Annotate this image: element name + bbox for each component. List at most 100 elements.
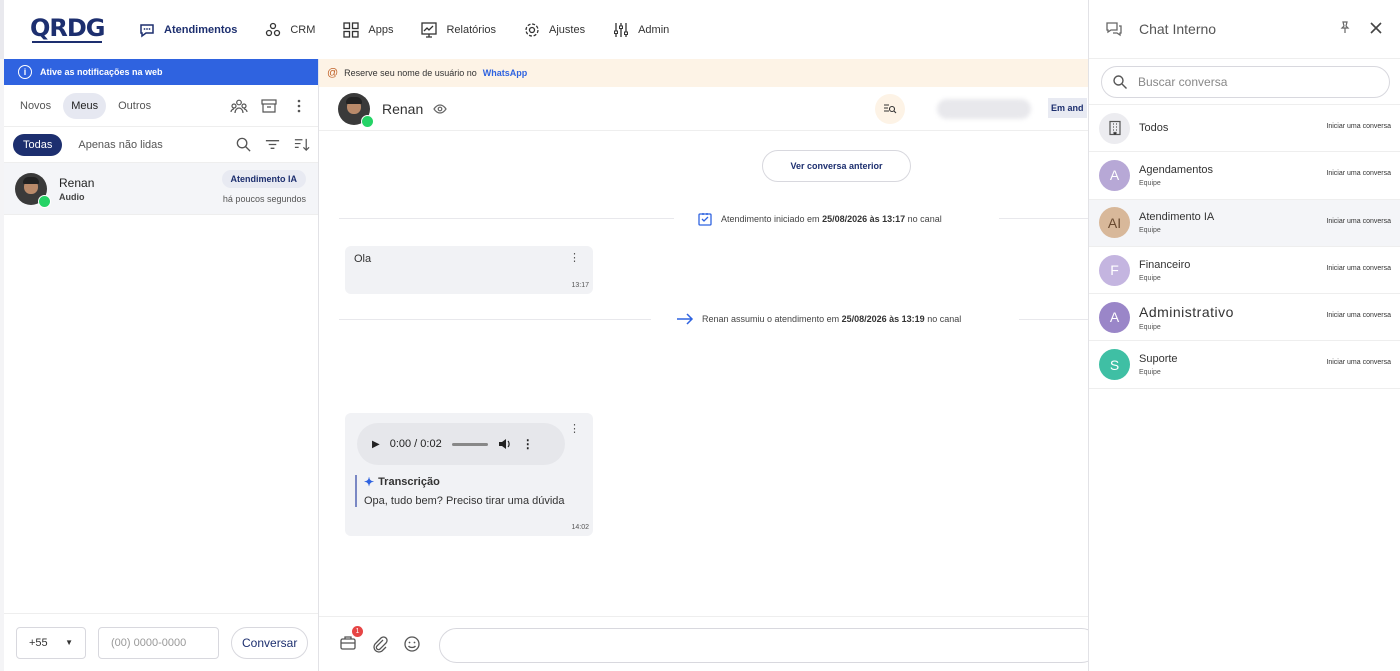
search-icon[interactable] [235,136,252,153]
chat-header: Renan Em and [319,87,1088,131]
team-icon[interactable] [230,97,248,115]
list-item[interactable]: AI Atendimento IA Equipe Iniciar uma conv… [1089,199,1400,247]
avatar: F [1099,254,1130,286]
notification-banner[interactable]: i Ative as notificações na web [4,59,318,85]
internal-chat-header: Chat Interno [1089,0,1400,59]
tab-outros[interactable]: Outros [110,93,159,119]
search-conversation-input[interactable]: Buscar conversa [1101,66,1390,98]
iniciar-conversa-link[interactable]: Iniciar uma conversa [1326,170,1391,177]
pin-icon[interactable] [1338,20,1352,34]
list-item[interactable]: A Administrativo Equipe Iniciar uma conve… [1089,294,1400,342]
transcription: ✦ Transcrição Opa, tudo bem? Preciso tir… [355,475,565,507]
blurred-info [937,99,1031,119]
caret-down-icon: ▼ [65,638,73,647]
list-item[interactable]: F Financeiro Equipe Iniciar uma conversa [1089,247,1400,295]
archive-icon[interactable] [260,97,278,115]
nav-crm[interactable]: CRM [264,21,315,39]
internal-chat-list: Todos Iniciar uma conversa A Agendamento… [1089,104,1400,389]
more-vertical-icon[interactable]: ⋮ [569,424,580,435]
tab-novos[interactable]: Novos [12,93,59,119]
close-icon[interactable] [1368,20,1384,36]
at-sign-icon: @ [327,67,339,79]
play-icon[interactable]: ▶ [372,439,380,450]
iniciar-conversa-link[interactable]: Iniciar uma conversa [1326,218,1391,225]
list-item[interactable]: A Agendamentos Equipe Iniciar uma convers… [1089,152,1400,200]
iniciar-conversa-link[interactable]: Iniciar uma conversa [1326,265,1391,272]
conversation-name: Renan [59,175,95,190]
panel-title: Chat Interno [1139,21,1217,37]
status-badge: Em and [1048,98,1087,118]
conversations-panel: i Ative as notificações na web Novos Meu… [4,59,319,671]
chat-icon [1106,22,1122,37]
search-list-icon [884,104,897,114]
search-icon [1113,75,1127,89]
nav-ajustes[interactable]: Ajustes [523,21,585,39]
contact-name[interactable]: Renan [382,101,423,117]
system-message: Renan assumiu o atendimento em 25/08/202… [670,312,968,326]
filter-row: Todas Apenas não lidas [4,127,318,163]
avatar [15,172,51,208]
message-composer: 1 [319,616,1099,671]
arrow-right-icon [677,313,694,325]
building-icon [1099,112,1130,144]
tab-meus[interactable]: Meus [63,92,107,119]
nav-admin[interactable]: Admin [612,21,669,39]
chat-bubble-icon [140,23,154,37]
filter-todas[interactable]: Todas [13,133,63,156]
ver-conversa-anterior-button[interactable]: Ver conversa anterior [762,150,911,182]
whatsapp-icon [361,114,374,128]
info-icon: i [18,65,32,79]
internal-chat-panel: Chat Interno Buscar conversa Todos Inici… [1088,0,1400,671]
audio-message-bubble: ⋮ ▶ 0:00 / 0:02 ⋮ ✦ Transcrição Opa, tud… [345,413,593,536]
conversation-time: há poucos segundos [222,194,306,204]
phone-input[interactable]: (00) 0000-0000 [98,626,219,659]
system-message: Atendimento iniciado em 25/08/2026 às 13… [691,211,948,227]
conversation-item-renan[interactable]: Renan Audio Atendimento IA há poucos seg… [4,163,318,215]
iniciar-conversa-link[interactable]: Iniciar uma conversa [1326,359,1391,366]
nav-atendimentos[interactable]: Atendimentos [138,21,237,39]
checklist-icon [698,213,712,226]
volume-icon[interactable] [498,437,512,451]
message-input[interactable] [439,628,1099,663]
apps-grid-icon [343,21,360,38]
nav-apps[interactable]: Apps [342,21,393,39]
reserve-username-banner[interactable]: @ Reserve seu nome de usuário no WhatsAp… [319,59,1088,87]
contact-avatar[interactable] [338,92,374,128]
country-code-select[interactable]: +55 ▼ [16,626,86,659]
nav-relatorios[interactable]: Relatórios [420,21,496,39]
filter-nao-lidas[interactable]: Apenas não lidas [68,134,172,156]
more-vertical-icon[interactable]: ⋮ [569,253,580,264]
quick-replies-button[interactable]: 1 [339,625,363,656]
paperclip-icon[interactable] [371,635,389,653]
message-bubble[interactable]: Ola ⋮ 13:17 [345,246,593,294]
list-item[interactable]: Todos Iniciar uma conversa [1089,105,1400,153]
eye-icon[interactable] [433,102,447,116]
conversation-tabs: Novos Meus Outros [4,85,318,127]
chat-panel: @ Reserve seu nome de usuário no WhatsAp… [319,59,1099,671]
crm-graph-icon [266,22,281,36]
iniciar-conversa-link[interactable]: Iniciar uma conversa [1326,312,1391,319]
audio-player[interactable]: ▶ 0:00 / 0:02 ⋮ [357,423,565,465]
message-list: Ver conversa anterior Atendimento inicia… [319,131,1088,616]
whatsapp-icon [38,194,51,208]
more-vertical-icon[interactable] [290,97,308,115]
list-item[interactable]: S Suporte Equipe Iniciar uma conversa [1089,341,1400,389]
avatar: S [1099,349,1130,381]
conversar-button[interactable]: Conversar [231,626,309,659]
new-conversation-bar: +55 ▼ (00) 0000-0000 Conversar [4,613,318,671]
report-chart-icon [421,21,438,38]
avatar: A [1099,301,1130,333]
iniciar-conversa-link[interactable]: Iniciar uma conversa [1326,123,1391,130]
sparkle-icon: ✦ [364,475,375,489]
conversation-preview: Audio [59,191,85,202]
sort-icon[interactable] [293,136,310,153]
qrdg-logo[interactable]: QRDG [30,15,108,45]
filter-icon[interactable] [264,136,281,153]
sliders-icon [614,22,629,37]
status-badge: Atendimento IA [221,170,306,188]
audio-progress-track[interactable] [451,442,488,446]
emoji-icon[interactable] [403,635,421,653]
top-navigation-bar: QRDG Atendimentos CRM Apps Relatórios Aj… [0,0,1088,59]
search-messages-button[interactable] [875,94,905,124]
more-vertical-icon[interactable]: ⋮ [522,437,534,451]
